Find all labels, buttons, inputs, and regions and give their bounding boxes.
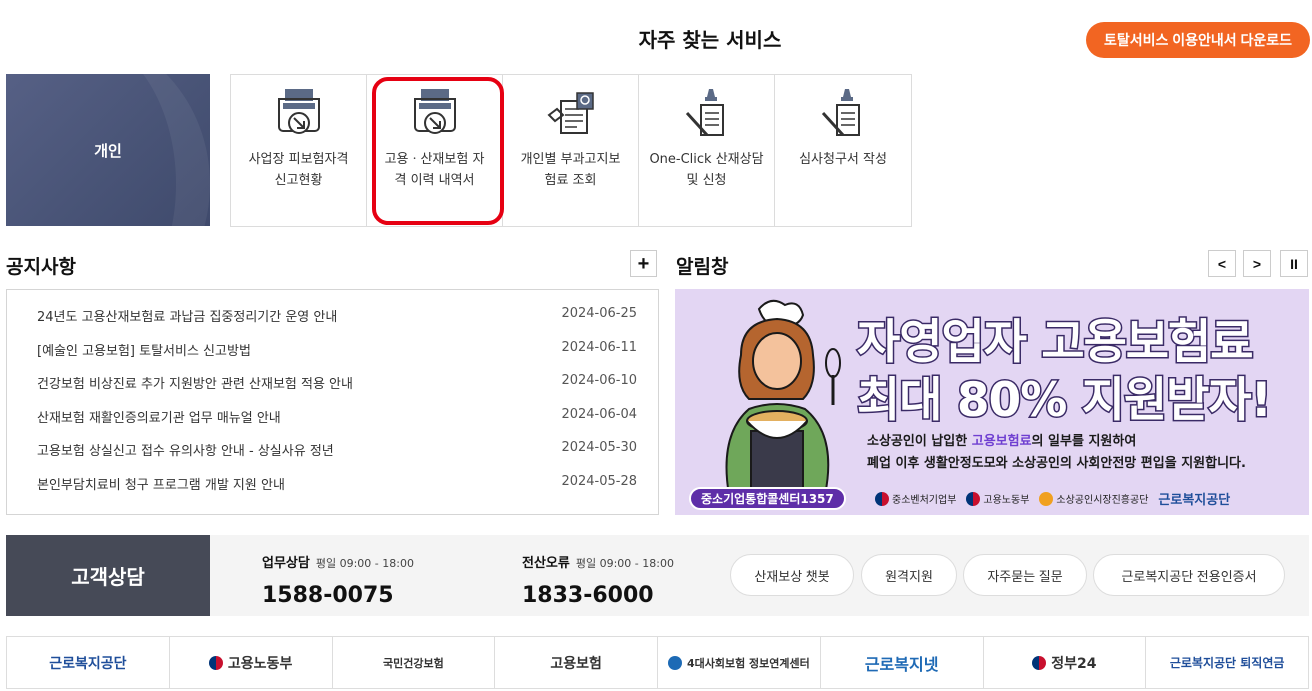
notice-item-date: 2024-06-11 (561, 340, 637, 355)
frequent-services-list: 사업장 피보험자격 신고현황 고용ㆍ산재보험 자 격 이력 내역서 개인별 부과… (230, 74, 912, 227)
notice-item-title[interactable]: 고용보험 상실신고 접수 유의사항 안내 - 상실사유 정년 (37, 440, 334, 459)
footer-link-label: 국민건강보험 (383, 656, 444, 670)
work-consult-phone: 1588-0075 (262, 583, 394, 608)
banner-subtext: 폐업 이후 생활안정도모와 소상공인의 사회안전망 편입을 지원합니다. (867, 456, 1246, 471)
notice-item-date: 2024-06-25 (561, 306, 637, 321)
footer-link-label: 고용보험 (550, 655, 602, 672)
personal-label: 개인 (94, 141, 122, 160)
footer-link-gov24[interactable]: 정부24 (984, 637, 1147, 688)
work-consult-label: 업무상담 평일 09:00 - 18:00 (262, 552, 414, 571)
pause-button[interactable]: II (1280, 250, 1308, 277)
footer-link-pension[interactable]: 근로복지공단 퇴직연금 (1146, 637, 1308, 688)
support-title: 고객상담 (6, 535, 210, 616)
it-error-title: 전산오류 (522, 556, 570, 571)
next-button[interactable]: > (1243, 250, 1271, 277)
banner-subtext-highlight: 고용보험료 (971, 434, 1032, 449)
notice-item-title[interactable]: 산재보험 재활인증의료기관 업무 매뉴얼 안내 (37, 407, 281, 426)
footer-link-comwel[interactable]: 근로복지공단 (7, 637, 170, 688)
footer-link-4insure[interactable]: 4대사회보험 정보연계센터 (658, 637, 821, 688)
service-label: 험료 조회 (544, 173, 597, 188)
notice-item-date: 2024-05-30 (561, 440, 637, 455)
chef-illustration-icon (725, 299, 841, 495)
banner-logos: 중소벤처기업부 고용노동부 소상공인시장진흥공단 근로복지공단 (875, 489, 1230, 508)
service-premium-inquiry[interactable]: 개인별 부과고지보 험료 조회 (503, 75, 639, 226)
chatbot-button[interactable]: 산재보상 챗봇 (730, 554, 854, 596)
document-search-icon (546, 92, 594, 134)
highlight-box (372, 77, 504, 225)
notice-title: 공지사항 (6, 256, 76, 278)
footer-link-label: 근로복지공단 (49, 655, 127, 672)
guide-download-button[interactable]: 토탈서비스 이용안내서 다운로드 (1086, 22, 1310, 58)
service-label: 개인별 부과고지보 (520, 152, 621, 167)
notice-item-date: 2024-06-04 (561, 407, 637, 422)
taegeuk-icon (208, 655, 223, 670)
logo-text: 고용노동부 (983, 495, 1030, 506)
service-label: 심사청구서 작성 (799, 152, 887, 167)
document-arrow-icon (277, 89, 320, 134)
it-error-phone: 1833-6000 (522, 583, 654, 608)
footer-link-nhis[interactable]: 국민건강보험 (333, 637, 496, 688)
logo-text: 근로복지공단 (1158, 493, 1231, 508)
list-item[interactable]: 본인부담치료비 청구 프로그램 개발 지원 안내 2024-05-28 (37, 474, 637, 493)
ministry-sme-logo: 중소벤처기업부 (875, 491, 956, 506)
service-label: 신고현황 (274, 173, 323, 188)
notice-item-date: 2024-06-10 (561, 373, 637, 388)
banner-headline: 최대 80% 지원받자! (855, 372, 1273, 430)
comwel-logo: 근로복지공단 (1158, 489, 1230, 508)
work-consult-title: 업무상담 (262, 556, 310, 571)
service-insured-status[interactable]: 사업장 피보험자격 신고현황 (231, 75, 367, 226)
service-appeal-form[interactable]: 심사청구서 작성 (775, 75, 911, 226)
4insure-icon (667, 655, 682, 670)
notice-item-title[interactable]: [예술인 고용보험] 토탈서비스 신고방법 (37, 340, 251, 359)
certificate-button[interactable]: 근로복지공단 전용인증서 (1093, 554, 1285, 596)
alert-title: 알림창 (676, 256, 729, 278)
it-error-hours: 평일 09:00 - 18:00 (575, 557, 674, 570)
remote-support-button[interactable]: 원격지원 (861, 554, 957, 596)
footer-link-label: 고용노동부 (227, 655, 293, 672)
prev-button[interactable]: < (1208, 250, 1236, 277)
list-item[interactable]: 산재보험 재활인증의료기관 업무 매뉴얼 안내 2024-06-04 (37, 407, 637, 426)
list-item[interactable]: 건강보험 비상진료 추가 지원방안 관련 산재보험 적용 안내 2024-06-… (37, 373, 637, 392)
logo-text: 소상공인시장진흥공단 (1056, 495, 1149, 506)
service-oneclick-consult[interactable]: One-Click 산재상담 및 신청 (639, 75, 775, 226)
notice-item-date: 2024-05-28 (561, 474, 637, 489)
promo-banner[interactable]: 자영업자 고용보험료 최대 80% 지원받자! 소상공인이 납입한 고용보험료의… (675, 289, 1309, 515)
callcenter-badge: 중소기업통합콜센터1357 (689, 487, 846, 510)
service-label: 사업장 피보험자격 (248, 152, 349, 167)
list-item[interactable]: 고용보험 상실신고 접수 유의사항 안내 - 상실사유 정년 2024-05-3… (37, 440, 637, 459)
notice-item-title[interactable]: 건강보험 비상진료 추가 지원방안 관련 산재보험 적용 안내 (37, 373, 353, 392)
it-error-label: 전산오류 평일 09:00 - 18:00 (522, 552, 674, 571)
notice-item-title[interactable]: 24년도 고용산재보험료 과납금 집중정리기간 운영 안내 (37, 306, 337, 325)
list-item[interactable]: [예술인 고용보험] 토탈서비스 신고방법 2024-06-11 (37, 340, 637, 359)
footer-link-label: 4대사회보험 정보연계센터 (686, 656, 810, 670)
taegeuk-icon (1032, 655, 1047, 670)
ministry-labor-logo: 고용노동부 (966, 491, 1029, 506)
semas-logo: 소상공인시장진흥공단 (1039, 491, 1148, 506)
list-item[interactable]: 24년도 고용산재보험료 과납금 집중정리기간 운영 안내 2024-06-25 (37, 306, 637, 325)
footer-link-ei[interactable]: 고용보험 (495, 637, 658, 688)
service-label: One-Click 산재상담 (649, 152, 764, 167)
personal-category-tab[interactable]: 개인 (6, 74, 210, 226)
faq-button[interactable]: 자주묻는 질문 (963, 554, 1087, 596)
banner-subtext: 소상공인이 납입한 고용보험료의 일부를 지원하여 (867, 430, 1136, 449)
pen-document-icon (685, 89, 724, 137)
notice-list: 24년도 고용산재보험료 과납금 집중정리기간 운영 안내 2024-06-25… (6, 289, 659, 515)
logo-text: 중소벤처기업부 (892, 495, 957, 506)
footer-link-label: 정부24 (1051, 655, 1097, 672)
notice-more-button[interactable]: + (630, 250, 657, 277)
footer-link-label: 근로복지넷 (864, 654, 939, 674)
pen-document-icon (821, 89, 860, 137)
notice-item-title[interactable]: 본인부담치료비 청구 프로그램 개발 지원 안내 (37, 474, 285, 493)
related-sites: 근로복지공단 고용노동부 국민건강보험 고용보험 4대사회보험 정보연계센터 근… (6, 636, 1309, 689)
work-consult-hours: 평일 09:00 - 18:00 (315, 557, 414, 570)
footer-link-welfarenet[interactable]: 근로복지넷 (821, 637, 984, 688)
banner-subtext-part: 의 일부를 지원하여 (1031, 434, 1137, 449)
banner-subtext-part: 소상공인이 납입한 (867, 434, 972, 449)
footer-link-label: 근로복지공단 퇴직연금 (1169, 656, 1285, 670)
footer-link-moel[interactable]: 고용노동부 (170, 637, 333, 688)
service-label: 및 신청 (686, 173, 727, 188)
